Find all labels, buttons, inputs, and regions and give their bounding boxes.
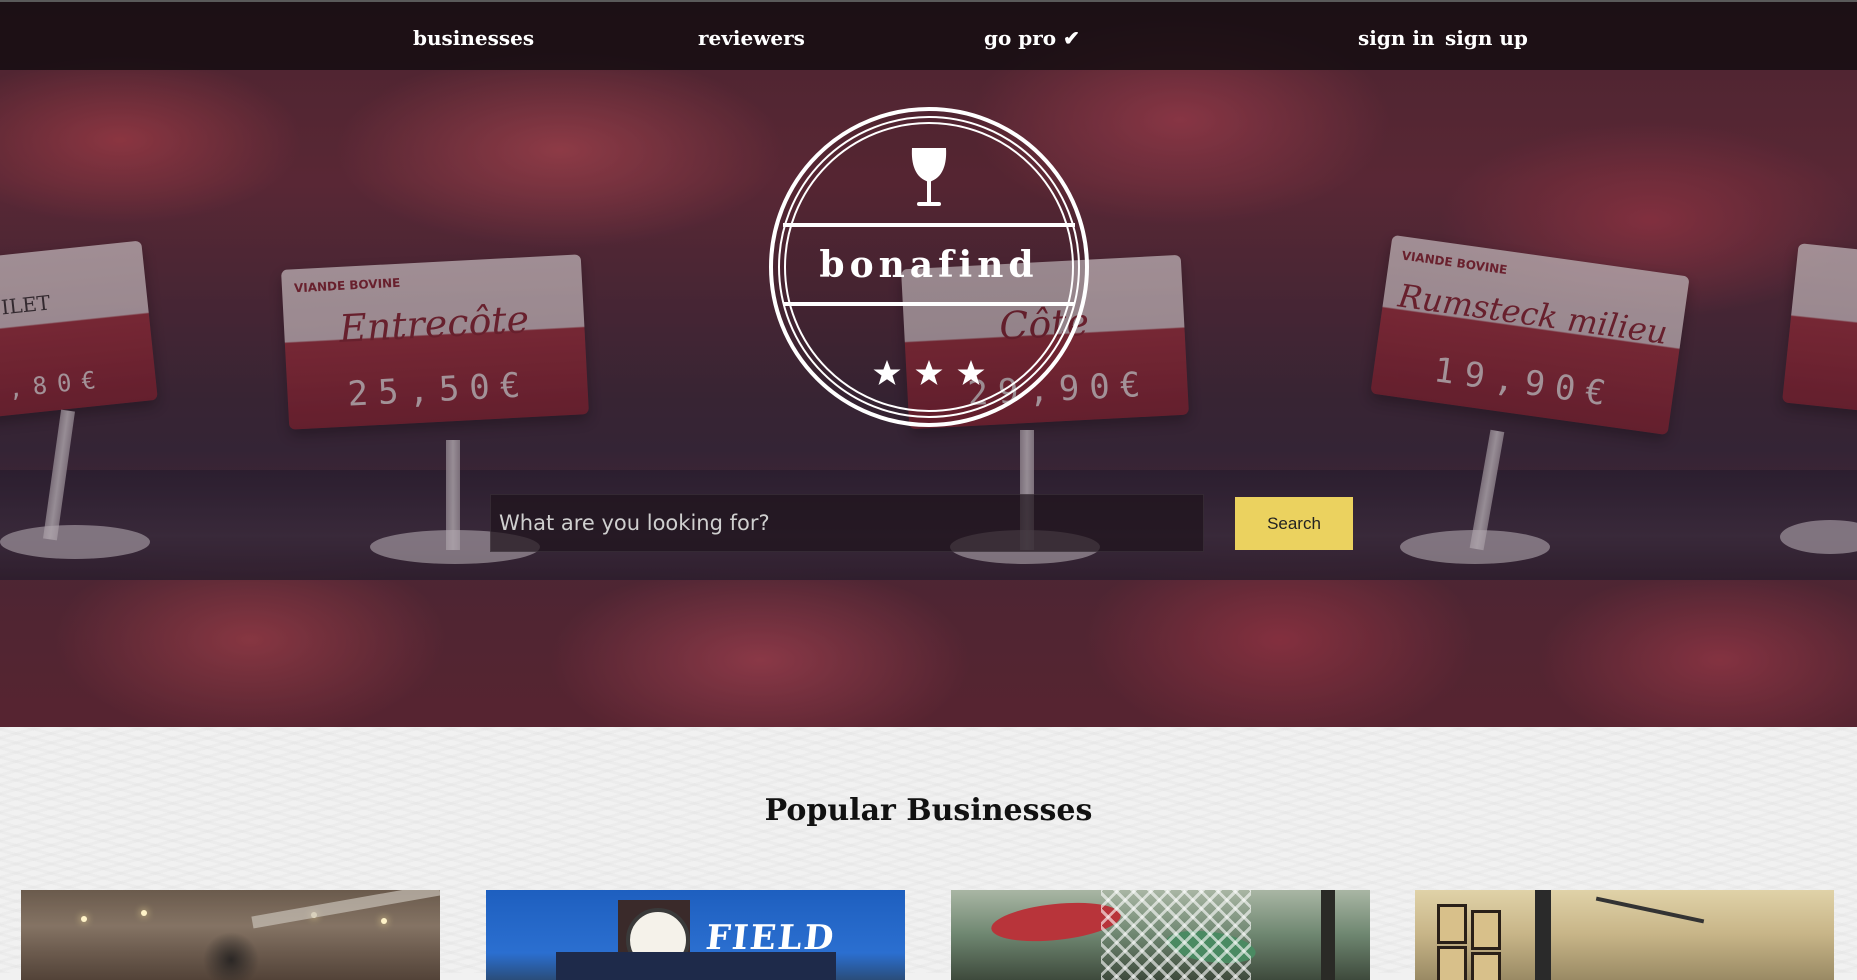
track-light: [1595, 896, 1705, 924]
wall-frame: [1471, 910, 1501, 950]
logo-wordmark: bonafind: [819, 244, 1039, 286]
business-card[interactable]: [951, 890, 1370, 980]
wall-frame: [1471, 952, 1501, 980]
business-card[interactable]: [21, 890, 440, 980]
popular-businesses-section: Popular Businesses FIELD: [0, 727, 1857, 980]
wall-frame: [1437, 904, 1467, 944]
duct: [251, 890, 440, 929]
section-title: Popular Businesses: [764, 793, 1093, 828]
stadium-roof: [556, 952, 836, 980]
nav-sign-up-link[interactable]: sign up: [1445, 26, 1528, 50]
logo-stars: [873, 360, 985, 385]
nav-sign-in-link[interactable]: sign in: [1358, 26, 1434, 50]
wall-frame: [1437, 946, 1467, 980]
nav-go-pro-link[interactable]: go pro ✔: [984, 26, 1080, 50]
nav-reviewers-link[interactable]: reviewers: [698, 26, 805, 50]
business-card[interactable]: FIELD: [486, 890, 905, 980]
search-input[interactable]: [490, 494, 1204, 552]
business-card[interactable]: [1415, 890, 1834, 980]
top-navbar: businesses reviewers go pro ✔ sign in si…: [0, 0, 1857, 70]
bonafind-logo[interactable]: bonafind: [766, 104, 1092, 430]
lattice: [1101, 890, 1251, 980]
wine-glass-icon: [911, 148, 947, 206]
star-icon: [873, 360, 985, 385]
ceiling-light: [141, 910, 147, 916]
ceiling-light: [381, 918, 387, 924]
search-button[interactable]: Search: [1235, 497, 1353, 550]
ceiling-light: [81, 916, 87, 922]
nav-businesses-link[interactable]: businesses: [413, 26, 534, 50]
post: [1321, 890, 1335, 980]
wall-pillar: [1535, 890, 1551, 980]
